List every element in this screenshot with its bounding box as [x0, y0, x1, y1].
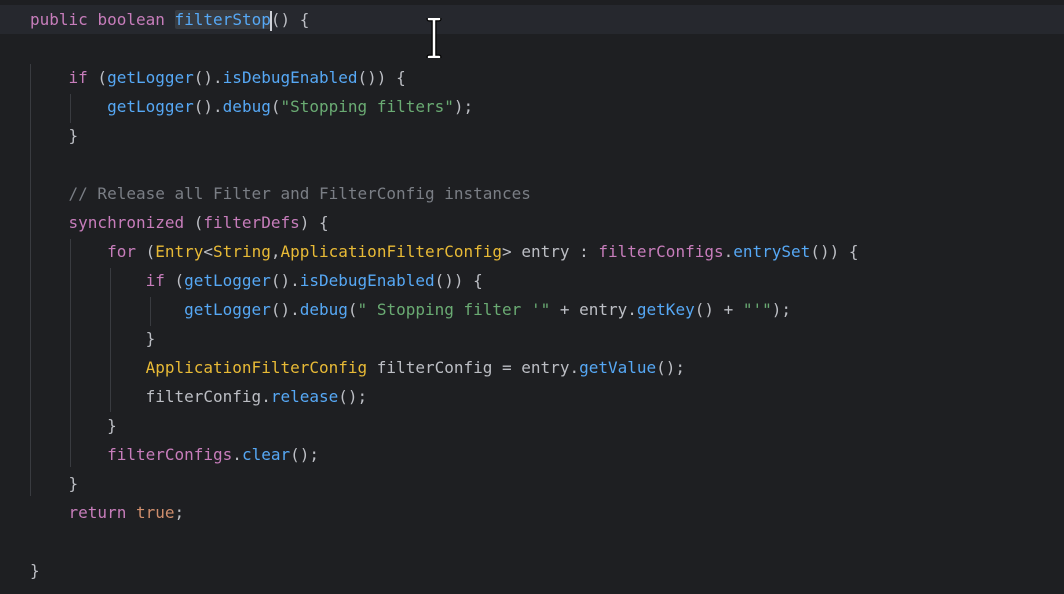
code-token: ) {: [299, 213, 329, 232]
code-token: ().: [270, 271, 300, 290]
code-token: getValue: [579, 358, 657, 377]
code-token: (: [135, 242, 156, 261]
code-token: () {: [270, 10, 310, 29]
code-token: // Release all Filter and FilterConfig i…: [68, 184, 531, 203]
code-line[interactable]: if (getLogger().isDebugEnabled()) {: [30, 266, 483, 295]
code-token: filterConfig = entry.: [367, 358, 580, 377]
code-token: boolean: [97, 10, 165, 29]
code-token: () +: [694, 300, 743, 319]
code-token: getLogger: [107, 68, 194, 87]
code-editor[interactable]: public boolean filterStop() { if (getLog…: [0, 0, 1064, 594]
code-token: (: [87, 68, 108, 87]
code-token: " Stopping filter '": [357, 300, 551, 319]
code-token: filterConfigs: [107, 445, 233, 464]
code-token: release: [270, 387, 339, 406]
code-line[interactable]: }: [30, 121, 79, 150]
code-token: public: [30, 10, 88, 29]
code-token: .: [232, 445, 242, 464]
code-token: return: [68, 503, 127, 522]
code-token: }: [30, 561, 40, 580]
text-ibeam-cursor-icon: [426, 18, 442, 58]
code-token: ().: [193, 68, 223, 87]
code-line[interactable]: }: [30, 411, 117, 440]
code-token: ();: [338, 387, 368, 406]
code-line[interactable]: }: [30, 469, 79, 498]
code-token: String: [213, 242, 271, 261]
code-line[interactable]: ApplicationFilterConfig filterConfig = e…: [30, 353, 685, 382]
code-line[interactable]: for (Entry<String,ApplicationFilterConfi…: [30, 237, 858, 266]
code-token: filterDefs: [203, 213, 300, 232]
code-token: filterConfigs: [598, 242, 724, 261]
code-token: + entry.: [550, 300, 637, 319]
code-token: if: [145, 271, 165, 290]
code-token: clear: [241, 445, 291, 464]
code-token: isDebugEnabled: [299, 271, 435, 290]
code-token: Entry: [155, 242, 204, 261]
code-token: );: [771, 300, 792, 319]
code-token: ();: [290, 445, 320, 464]
code-line[interactable]: if (getLogger().isDebugEnabled()) {: [30, 63, 406, 92]
code-token: (: [164, 271, 185, 290]
code-token: ().: [193, 97, 223, 116]
code-token: if: [68, 68, 88, 87]
code-token: true: [135, 503, 175, 522]
code-token: ;: [174, 503, 185, 522]
code-token: }: [30, 126, 79, 145]
code-token: getLogger: [184, 300, 271, 319]
code-token: ()) {: [357, 68, 406, 87]
code-line[interactable]: public boolean filterStop() {: [30, 5, 309, 34]
code-line[interactable]: filterConfig.release();: [30, 382, 368, 411]
code-token: }: [30, 416, 117, 435]
code-token: <: [203, 242, 214, 261]
code-token: ()) {: [810, 242, 859, 261]
code-token: );: [453, 97, 474, 116]
code-token: ()) {: [434, 271, 483, 290]
code-token: debug: [222, 97, 271, 116]
code-token: getLogger: [107, 97, 194, 116]
code-token: isDebugEnabled: [222, 68, 358, 87]
code-line[interactable]: }: [30, 556, 40, 585]
code-token: (: [347, 300, 358, 319]
code-token: "'": [742, 300, 772, 319]
code-token: > entry :: [502, 242, 599, 261]
code-token: ();: [656, 358, 686, 377]
code-line[interactable]: }: [30, 324, 156, 353]
code-token: ApplicationFilterConfig: [280, 242, 503, 261]
code-token: "Stopping filters": [280, 97, 454, 116]
code-token: .: [723, 242, 734, 261]
code-token: }: [30, 329, 156, 348]
code-token: }: [30, 474, 79, 493]
highlighted-identifier: filterStop: [174, 10, 271, 29]
code-token: getKey: [636, 300, 695, 319]
code-line[interactable]: getLogger().debug(" Stopping filter '" +…: [30, 295, 791, 324]
code-token: ().: [270, 300, 300, 319]
code-line[interactable]: getLogger().debug("Stopping filters");: [30, 92, 473, 121]
code-token: (: [184, 213, 204, 232]
code-token: filterConfig.: [30, 387, 271, 406]
code-token: debug: [299, 300, 348, 319]
code-line[interactable]: synchronized (filterDefs) {: [30, 208, 329, 237]
code-token: synchronized: [68, 213, 185, 232]
code-token: entrySet: [733, 242, 811, 261]
code-token: ApplicationFilterConfig: [145, 358, 368, 377]
code-line[interactable]: filterConfigs.clear();: [30, 440, 319, 469]
code-line[interactable]: // Release all Filter and FilterConfig i…: [30, 179, 531, 208]
code-token: getLogger: [184, 271, 271, 290]
code-line[interactable]: return true;: [30, 498, 185, 527]
code-token: for: [107, 242, 136, 261]
